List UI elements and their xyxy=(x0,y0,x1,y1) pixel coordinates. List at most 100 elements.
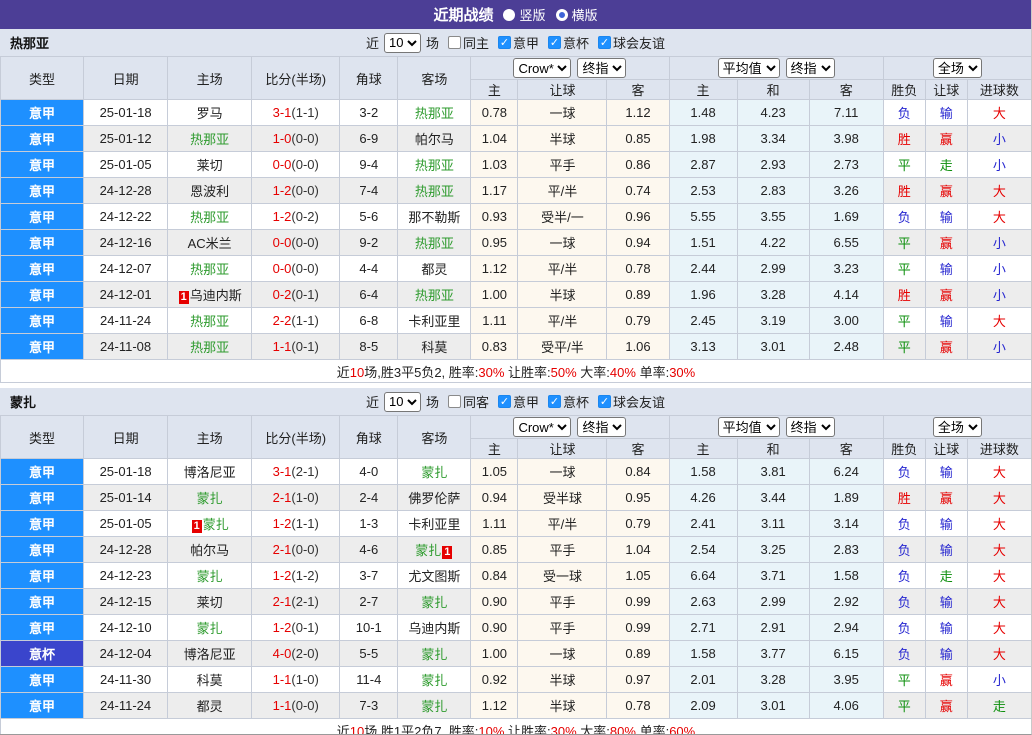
result-cell: 大 xyxy=(966,562,1031,589)
table-header: 类型 日期 主场 比分(半场) 角球 客场 Crow* 终指 平均值 终指 全场 主… xyxy=(0,415,1031,459)
result-cell: 走 xyxy=(924,151,968,178)
fulltime-select[interactable]: 全场 xyxy=(932,417,982,437)
recent-count-select[interactable]: 10 xyxy=(383,32,421,53)
bookmaker-odds-cell: 1.12 xyxy=(470,692,519,719)
coppa-checkbox[interactable] xyxy=(548,395,562,408)
table-row: 意甲 24-12-15 莱切 2-1(2-1) 2-7 蒙扎 0.90 平手 0.99 2.63 2… xyxy=(0,588,1031,615)
bookmaker-odds-cell: 一球 xyxy=(517,99,608,126)
result-cell: 负 xyxy=(882,562,926,589)
score-cell: 0-0(0-0) xyxy=(251,151,341,178)
table-row: 意甲 24-11-08 热那亚 1-1(0-1) 8-5 科莫 0.83 受平/半 1.06 3.… xyxy=(0,333,1031,360)
summary-segment: 大率: xyxy=(576,723,610,735)
average-odds-cell: 1.51 xyxy=(668,229,738,256)
same-venue-checkbox[interactable] xyxy=(447,395,461,408)
sub-col-result: 胜负 xyxy=(882,438,926,459)
col-home: 主场 xyxy=(167,56,253,100)
result-cell: 负 xyxy=(882,203,926,230)
score-halftime: (1-1) xyxy=(291,516,319,531)
average-group-header: 平均值 终指 xyxy=(668,56,884,80)
score-fulltime: 2-1 xyxy=(272,594,292,609)
radio-ring-icon xyxy=(555,8,568,21)
average-odds-cell: 2.91 xyxy=(736,614,810,641)
coppa-checkbox[interactable] xyxy=(548,36,562,49)
result-cell: 输 xyxy=(924,588,968,615)
score-fulltime: 4-0 xyxy=(272,646,292,661)
score-fulltime: 1-2 xyxy=(272,183,292,198)
average-odds-cell: 2.45 xyxy=(668,307,738,334)
final-odds-select-2[interactable]: 终指 xyxy=(785,417,835,437)
corner-cell: 11-4 xyxy=(339,666,399,693)
score-fulltime: 2-1 xyxy=(272,542,292,557)
result-cell: 小 xyxy=(966,151,1031,178)
average-odds-cell: 2.53 xyxy=(668,177,738,204)
corner-cell: 6-8 xyxy=(339,307,399,334)
league-cell: 意甲 xyxy=(0,255,85,282)
team-name: 蒙扎 xyxy=(421,699,448,714)
league-cell: 意甲 xyxy=(0,692,85,719)
average-select[interactable]: 平均值 xyxy=(717,417,780,437)
away-team-cell: 蒙扎 1 xyxy=(397,536,472,563)
score-fulltime: 2-1 xyxy=(272,490,292,505)
away-team-cell: 尤文图斯 xyxy=(397,562,472,589)
bookmaker-odds-cell: 0.89 xyxy=(606,640,670,667)
result-cell: 小 xyxy=(966,125,1031,152)
bookmaker-select[interactable]: Crow* xyxy=(513,417,572,437)
near-label: 近 xyxy=(365,395,379,410)
team-name: 热那亚 xyxy=(190,340,230,355)
recent-count-select[interactable]: 10 xyxy=(383,391,421,412)
league-cell: 意甲 xyxy=(0,307,85,334)
result-cell: 输 xyxy=(924,536,968,563)
date-cell: 25-01-14 xyxy=(83,484,169,511)
result-cell: 大 xyxy=(966,99,1031,126)
average-odds-cell: 2.71 xyxy=(668,614,738,641)
corner-cell: 9-2 xyxy=(339,229,399,256)
fulltime-select[interactable]: 全场 xyxy=(932,58,982,78)
result-cell: 胜 xyxy=(882,177,926,204)
team-name: 蒙扎 xyxy=(415,543,442,558)
score-cell: 1-1(0-1) xyxy=(251,333,341,360)
serie-a-checkbox[interactable] xyxy=(498,395,511,408)
average-odds-cell: 3.55 xyxy=(736,203,810,230)
average-odds-cell: 4.22 xyxy=(736,229,810,256)
sub-col-away-odds: 客 xyxy=(606,79,670,100)
home-team-cell: 帕尔马 xyxy=(167,536,253,563)
team-name: 帕尔马 xyxy=(190,543,230,558)
date-cell: 25-01-05 xyxy=(83,510,169,537)
result-cell: 负 xyxy=(882,614,926,641)
average-odds-cell: 4.26 xyxy=(668,484,738,511)
genoa-results-table: 类型 日期 主场 比分(半场) 角球 客场 Crow* 终指 平均值 终指 全场 主… xyxy=(0,56,1031,383)
horizontal-radio[interactable]: 横版 xyxy=(555,5,598,24)
corner-cell: 1-3 xyxy=(339,510,399,537)
bookmaker-odds-cell: 一球 xyxy=(517,229,608,256)
sub-col-avg-home: 主 xyxy=(668,79,738,100)
score-halftime: (0-0) xyxy=(291,235,319,250)
table-header: 类型 日期 主场 比分(半场) 角球 客场 Crow* 终指 平均值 终指 全场 主… xyxy=(0,56,1031,100)
bookmaker-odds-cell: 0.85 xyxy=(606,125,670,152)
league-cell: 意甲 xyxy=(0,484,85,511)
vertical-radio[interactable]: 竖版 xyxy=(503,5,546,24)
filter-bar: 近 10 场 同主 意甲 意杯 球会友谊 xyxy=(364,32,667,53)
section-header-genoa: 热那亚 近 10 场 同主 意甲 意杯 球会友谊 xyxy=(0,29,1031,56)
league-cell: 意甲 xyxy=(0,614,85,641)
bookmaker-odds-cell: 0.78 xyxy=(606,692,670,719)
average-odds-cell: 4.23 xyxy=(736,99,810,126)
team-name: 都灵 xyxy=(421,262,448,277)
date-cell: 24-11-30 xyxy=(83,666,169,693)
result-cell: 负 xyxy=(882,458,926,485)
bookmaker-odds-cell: 0.83 xyxy=(470,333,519,360)
final-odds-select-2[interactable]: 终指 xyxy=(785,58,835,78)
friendly-checkbox[interactable] xyxy=(598,36,612,49)
result-cell: 输 xyxy=(924,307,968,334)
average-select[interactable]: 平均值 xyxy=(717,58,780,78)
summary-segment: 10 xyxy=(349,723,365,735)
final-odds-select-1[interactable]: 终指 xyxy=(577,417,627,437)
final-odds-select-1[interactable]: 终指 xyxy=(577,58,627,78)
average-odds-cell: 3.13 xyxy=(668,333,738,360)
serie-a-checkbox[interactable] xyxy=(498,36,511,49)
friendly-checkbox[interactable] xyxy=(598,395,612,408)
bookmaker-select[interactable]: Crow* xyxy=(513,58,572,78)
corner-cell: 5-6 xyxy=(339,203,399,230)
table-row: 意杯 24-12-04 博洛尼亚 4-0(2-0) 5-5 蒙扎 1.00 一球 0.89 1.5… xyxy=(0,640,1031,667)
score-cell: 3-1(2-1) xyxy=(251,458,341,485)
same-venue-checkbox[interactable] xyxy=(447,36,461,49)
